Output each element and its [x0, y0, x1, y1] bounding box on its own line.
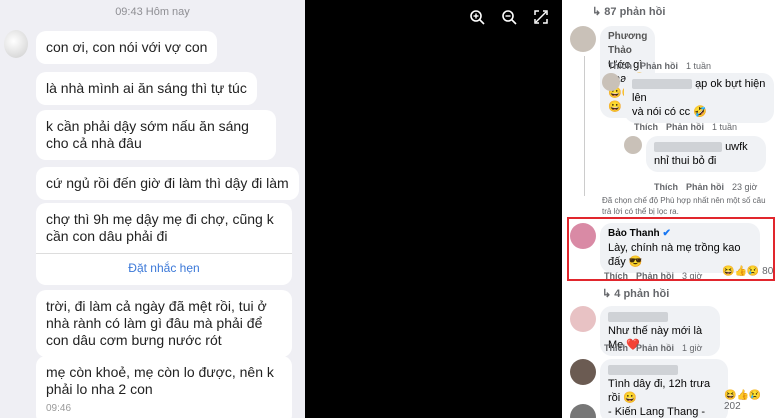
- avatar: [570, 306, 596, 332]
- comment-text: Tình dây đi, 12h trưa rồi 😀: [608, 378, 711, 404]
- comments-panel: ↳ 87 phản hồi Phương Thảo Ước gì aaaa😀😀😀…: [562, 0, 780, 418]
- message-time: 09:46: [46, 403, 72, 414]
- message-bubble: k cần phải dậy sớm nấu ăn sáng cho cả nh…: [36, 110, 276, 160]
- comment-text: - Kiến Lang Thang -: [608, 406, 706, 418]
- viewer-toolbar: [468, 8, 550, 26]
- like-button[interactable]: Thích: [654, 182, 678, 192]
- comment-time: 23 giờ: [732, 182, 758, 192]
- sender-avatar: [4, 30, 28, 58]
- view-replies-link[interactable]: ↳ 4 phản hồi: [602, 287, 669, 300]
- message-bubble: cứ ngủ rồi đến giờ đi làm thì dậy đi làm: [36, 167, 299, 200]
- set-reminder-label: Đặt nhắc hẹn: [128, 261, 200, 275]
- reply-button[interactable]: Phản hồi: [666, 122, 704, 132]
- view-replies-link[interactable]: ↳ 87 phản hồi: [592, 5, 665, 18]
- highlight-box: [567, 217, 775, 281]
- message-bubble: con ơi, con nói với vợ con: [36, 31, 218, 64]
- message-bubble: mẹ còn khoẻ, mẹ còn lo được, nên k phải …: [36, 356, 292, 418]
- message-bubble: là nhà mình ai ăn sáng thì tự túc: [36, 72, 257, 105]
- avatar: [570, 359, 596, 385]
- chat-time-header: 09:43 Hôm nay: [115, 6, 190, 18]
- like-button[interactable]: Thích: [634, 122, 658, 132]
- comment-actions: Thích Phản hồi 1 tuần: [634, 122, 737, 132]
- comment-time: 1 giờ: [682, 343, 703, 353]
- avatar: [624, 136, 642, 154]
- reply-button[interactable]: Phản hồi: [640, 61, 678, 71]
- message-bubble: trời, đi làm cả ngày đã mệt rồi, tui ở n…: [36, 290, 292, 357]
- blurred-name: [608, 312, 668, 323]
- blurred-name: [608, 365, 678, 376]
- reply-button[interactable]: Phản hồi: [636, 343, 674, 353]
- reactions-icon: 😆👍😢: [724, 390, 762, 401]
- comment-actions: Thích Phản hồi 23 giờ: [654, 182, 757, 192]
- comment-actions: Thích Phản hồi 1 tuần: [608, 61, 711, 71]
- comment-bubble: Tình dây đi, 12h trưa rồi 😀 - Kiến Lang …: [600, 359, 728, 418]
- commenter-name[interactable]: Phương Thảo: [608, 30, 647, 58]
- thread-line: [584, 56, 585, 196]
- comment-bubble: ạp ok bựt hiện lên và nói có cc 🤣: [624, 73, 774, 123]
- zoom-in-icon[interactable]: [468, 8, 486, 26]
- reaction-count[interactable]: 😆👍😢 202: [724, 390, 780, 412]
- comment-text: và nói có cc 🤣: [632, 106, 707, 118]
- filter-note: Đã chọn chế độ Phù hợp nhất nên một số c…: [602, 196, 766, 216]
- comment-bubble: uwfk nhỉ thui bỏ đi: [646, 136, 766, 172]
- comment-time: 1 tuần: [712, 122, 738, 132]
- avatar: [570, 26, 596, 52]
- chat-screenshot-image: 09:43 Hôm nay con ơi, con nói với vợ con…: [0, 0, 305, 418]
- avatar: [570, 404, 596, 418]
- blurred-name: [632, 79, 692, 90]
- fullscreen-icon[interactable]: [532, 8, 550, 26]
- comment-time: 1 tuần: [686, 61, 712, 71]
- reply-button[interactable]: Phản hồi: [686, 182, 724, 192]
- blurred-name: [654, 142, 722, 153]
- avatar: [602, 73, 620, 91]
- zoom-out-icon[interactable]: [500, 8, 518, 26]
- comment-actions: Thích Phản hồi 1 giờ: [604, 343, 702, 353]
- message-bubble: chợ thì 9h mẹ dậy mẹ đi chợ, cũng k cần …: [36, 203, 292, 285]
- comment-text: nhỉ thui bỏ đi: [654, 155, 717, 167]
- like-button[interactable]: Thích: [604, 343, 628, 353]
- comment-text: uwfk: [725, 141, 748, 153]
- photo-viewer: 09:43 Hôm nay con ơi, con nói với vợ con…: [0, 0, 562, 418]
- like-button[interactable]: Thích: [608, 61, 632, 71]
